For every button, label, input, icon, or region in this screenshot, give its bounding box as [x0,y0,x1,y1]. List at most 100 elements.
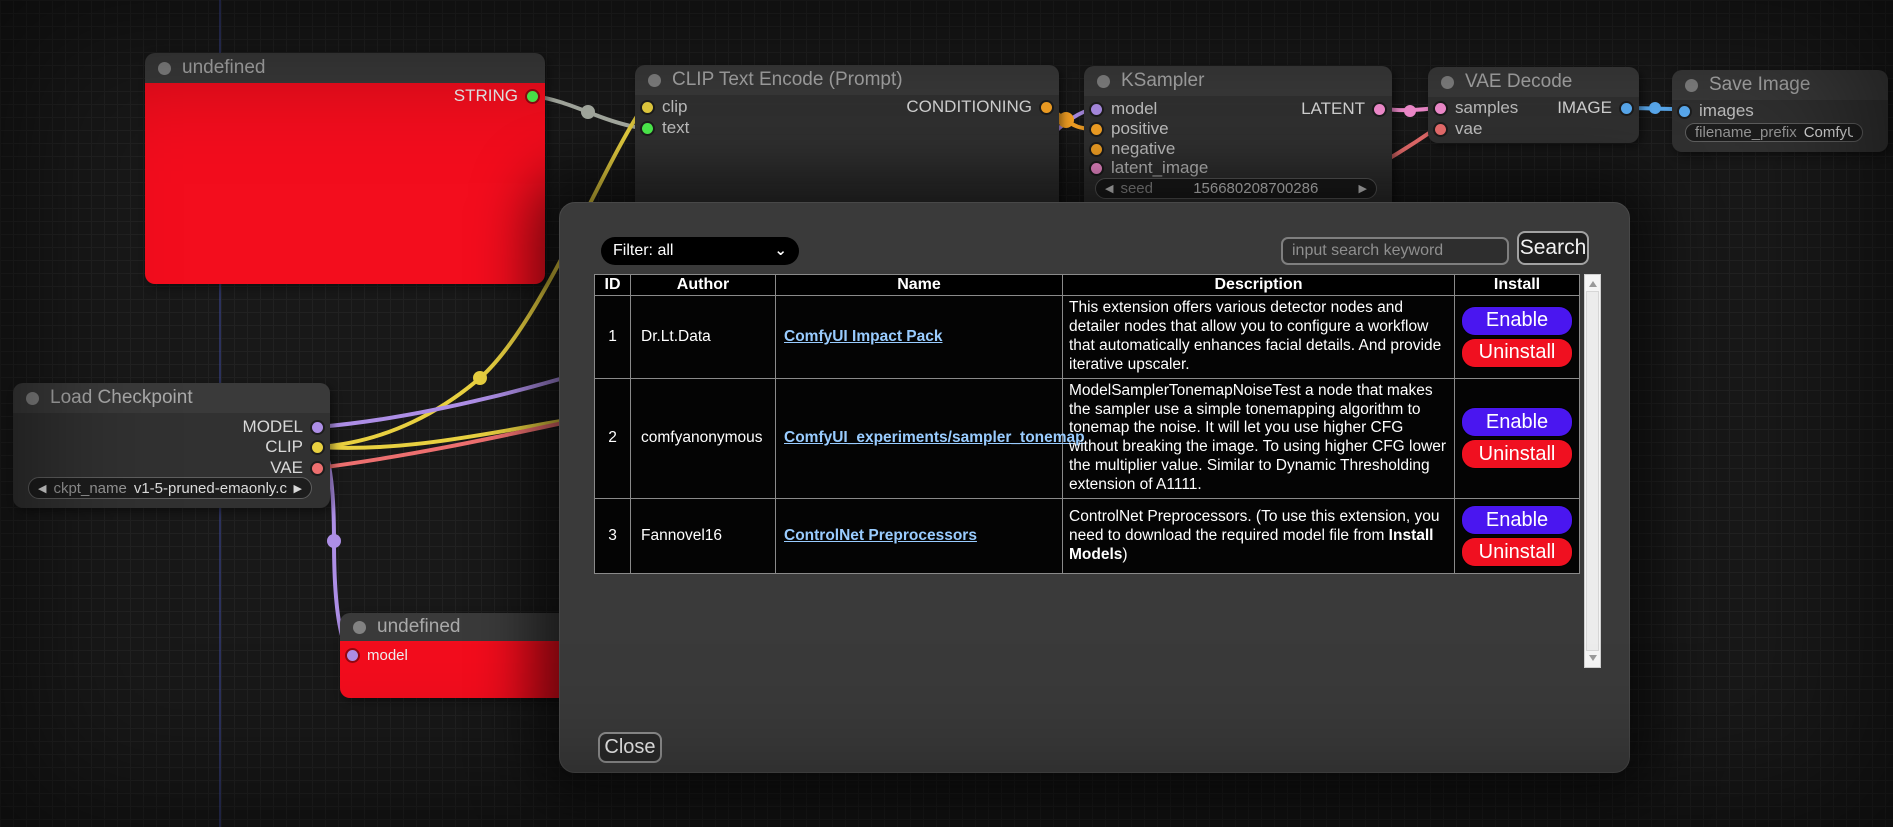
model-input-slot[interactable]: model [347,644,408,666]
uninstall-button[interactable]: Uninstall [1462,440,1572,468]
model-input-slot[interactable]: model [1091,98,1157,120]
node-body[interactable]: MODEL CLIP VAE ◀ ckpt_name v1-5-pruned-e… [13,413,330,508]
decrease-arrow-icon[interactable]: ◀ [1105,182,1113,195]
string-output-slot[interactable]: STRING [454,85,538,107]
node-body[interactable]: images filename_prefix ComfyUI [1672,100,1888,152]
filter-label: Filter: all [613,242,673,260]
reroute-dot-pink[interactable] [1404,105,1416,117]
positive-input-slot[interactable]: positive [1091,118,1169,140]
node-title-bar[interactable]: Load Checkpoint [13,383,330,413]
close-button[interactable]: Close [598,732,662,763]
node-undefined-bottom[interactable]: undefined model [340,613,568,698]
conditioning-output-dot[interactable] [1041,102,1052,113]
increase-arrow-icon[interactable]: ▶ [294,482,302,495]
scroll-down-icon[interactable] [1589,655,1597,661]
extensions-table-body: 1Dr.Lt.DataComfyUI Impact PackThis exten… [595,296,1580,574]
image-output-dot[interactable] [1621,103,1632,114]
node-collapse-dot-icon[interactable] [26,392,39,405]
reroute-dot-yellow[interactable] [473,371,487,385]
extension-link[interactable]: ComfyUI_experiments/sampler_tonemap [784,429,1085,446]
node-collapse-dot-icon[interactable] [1685,79,1698,92]
column-header-install: Install [1455,275,1580,296]
node-load-checkpoint[interactable]: Load Checkpoint MODEL CLIP VAE ◀ ckpt_na… [13,383,330,508]
uninstall-button[interactable]: Uninstall [1462,339,1572,367]
latent-image-input-slot[interactable]: latent_image [1091,157,1208,179]
model-output-slot[interactable]: MODEL [243,416,323,438]
clip-input-dot[interactable] [642,102,653,113]
text-input-dot[interactable] [642,123,653,134]
clip-output-slot[interactable]: CLIP [265,436,323,458]
uninstall-button[interactable]: Uninstall [1462,538,1572,566]
images-input-slot[interactable]: images [1679,100,1754,122]
enable-button[interactable]: Enable [1462,307,1572,335]
slot-label: STRING [454,86,518,106]
search-button[interactable]: Search [1517,231,1589,265]
node-collapse-dot-icon[interactable] [158,62,171,75]
decrease-arrow-icon[interactable]: ◀ [38,482,46,495]
filter-dropdown[interactable]: Filter: all ⌄ [601,237,799,265]
node-ksampler[interactable]: KSampler model positive negative latent_… [1084,66,1392,218]
node-body[interactable]: model [340,641,568,698]
scroll-up-icon[interactable] [1589,281,1597,287]
column-header-id: ID [595,275,631,296]
latent-output-slot[interactable]: LATENT [1301,98,1385,120]
reroute-dot-orange[interactable] [1058,112,1074,128]
enable-button[interactable]: Enable [1462,408,1572,436]
node-save-image[interactable]: Save Image images filename_prefix ComfyU… [1672,70,1888,152]
model-input-dot[interactable] [1091,104,1102,115]
reroute-dot-purple[interactable] [327,534,341,548]
conditioning-output-slot[interactable]: CONDITIONING [906,96,1052,118]
latent-image-input-dot[interactable] [1091,163,1102,174]
search-input[interactable] [1281,237,1509,265]
clip-input-slot[interactable]: clip [642,96,688,118]
vae-output-dot[interactable] [312,463,323,474]
widget-label: ckpt_name [53,480,126,497]
node-collapse-dot-icon[interactable] [1097,75,1110,88]
node-body[interactable]: model positive negative latent_image LAT… [1084,96,1392,218]
node-undefined-top[interactable]: undefined STRING [145,53,545,284]
node-title-bar[interactable]: Save Image [1672,70,1888,100]
node-collapse-dot-icon[interactable] [353,621,366,634]
extension-link[interactable]: ControlNet Preprocessors [784,527,977,544]
comfyui-canvas[interactable]: { "canvas": { "axis_line_color": "#3c479… [0,0,1893,827]
model-output-dot[interactable] [312,422,323,433]
reroute-dot-blue[interactable] [1649,102,1661,114]
node-collapse-dot-icon[interactable] [1441,76,1454,89]
increase-arrow-icon[interactable]: ▶ [1359,182,1367,195]
text-input-slot[interactable]: text [642,117,689,139]
samples-input-slot[interactable]: samples [1435,97,1518,119]
image-output-slot[interactable]: IMAGE [1557,97,1632,119]
node-title-bar[interactable]: VAE Decode [1428,67,1639,97]
node-collapse-dot-icon[interactable] [648,74,661,87]
vae-input-slot[interactable]: vae [1435,118,1482,140]
node-vae-decode[interactable]: VAE Decode samples vae IMAGE [1428,67,1639,143]
model-input-dot[interactable] [347,650,358,661]
vae-output-slot[interactable]: VAE [270,457,323,479]
slot-label: model [367,647,408,664]
positive-input-dot[interactable] [1091,124,1102,135]
node-title-bar[interactable]: KSampler [1084,66,1392,96]
filename-prefix-widget[interactable]: filename_prefix ComfyUI [1685,123,1863,142]
clip-output-dot[interactable] [312,442,323,453]
reroute-dot-gray[interactable] [581,105,595,119]
node-title: Save Image [1709,74,1810,96]
widget-value: ComfyUI [1804,124,1853,141]
extension-link[interactable]: ComfyUI Impact Pack [784,328,943,345]
seed-widget[interactable]: ◀ seed 156680208700286 ▶ [1095,178,1377,199]
ckpt-name-widget[interactable]: ◀ ckpt_name v1-5-pruned-emaonly.ckpt ▶ [28,477,312,499]
negative-input-dot[interactable] [1091,144,1102,155]
samples-input-dot[interactable] [1435,103,1446,114]
vae-input-dot[interactable] [1435,124,1446,135]
string-output-dot[interactable] [527,91,538,102]
enable-button[interactable]: Enable [1462,506,1572,534]
latent-output-dot[interactable] [1374,104,1385,115]
node-title-bar[interactable]: CLIP Text Encode (Prompt) [635,65,1059,95]
description-text: ControlNet Preprocessors. (To use this e… [1069,508,1439,544]
node-title-bar[interactable]: undefined [145,53,545,83]
node-title-bar[interactable]: undefined [340,613,568,641]
node-body[interactable]: samples vae IMAGE [1428,97,1639,143]
scrollbar-thumb[interactable] [1586,291,1599,651]
node-body[interactable]: STRING [145,83,545,284]
images-input-dot[interactable] [1679,106,1690,117]
table-scrollbar[interactable] [1584,274,1601,668]
